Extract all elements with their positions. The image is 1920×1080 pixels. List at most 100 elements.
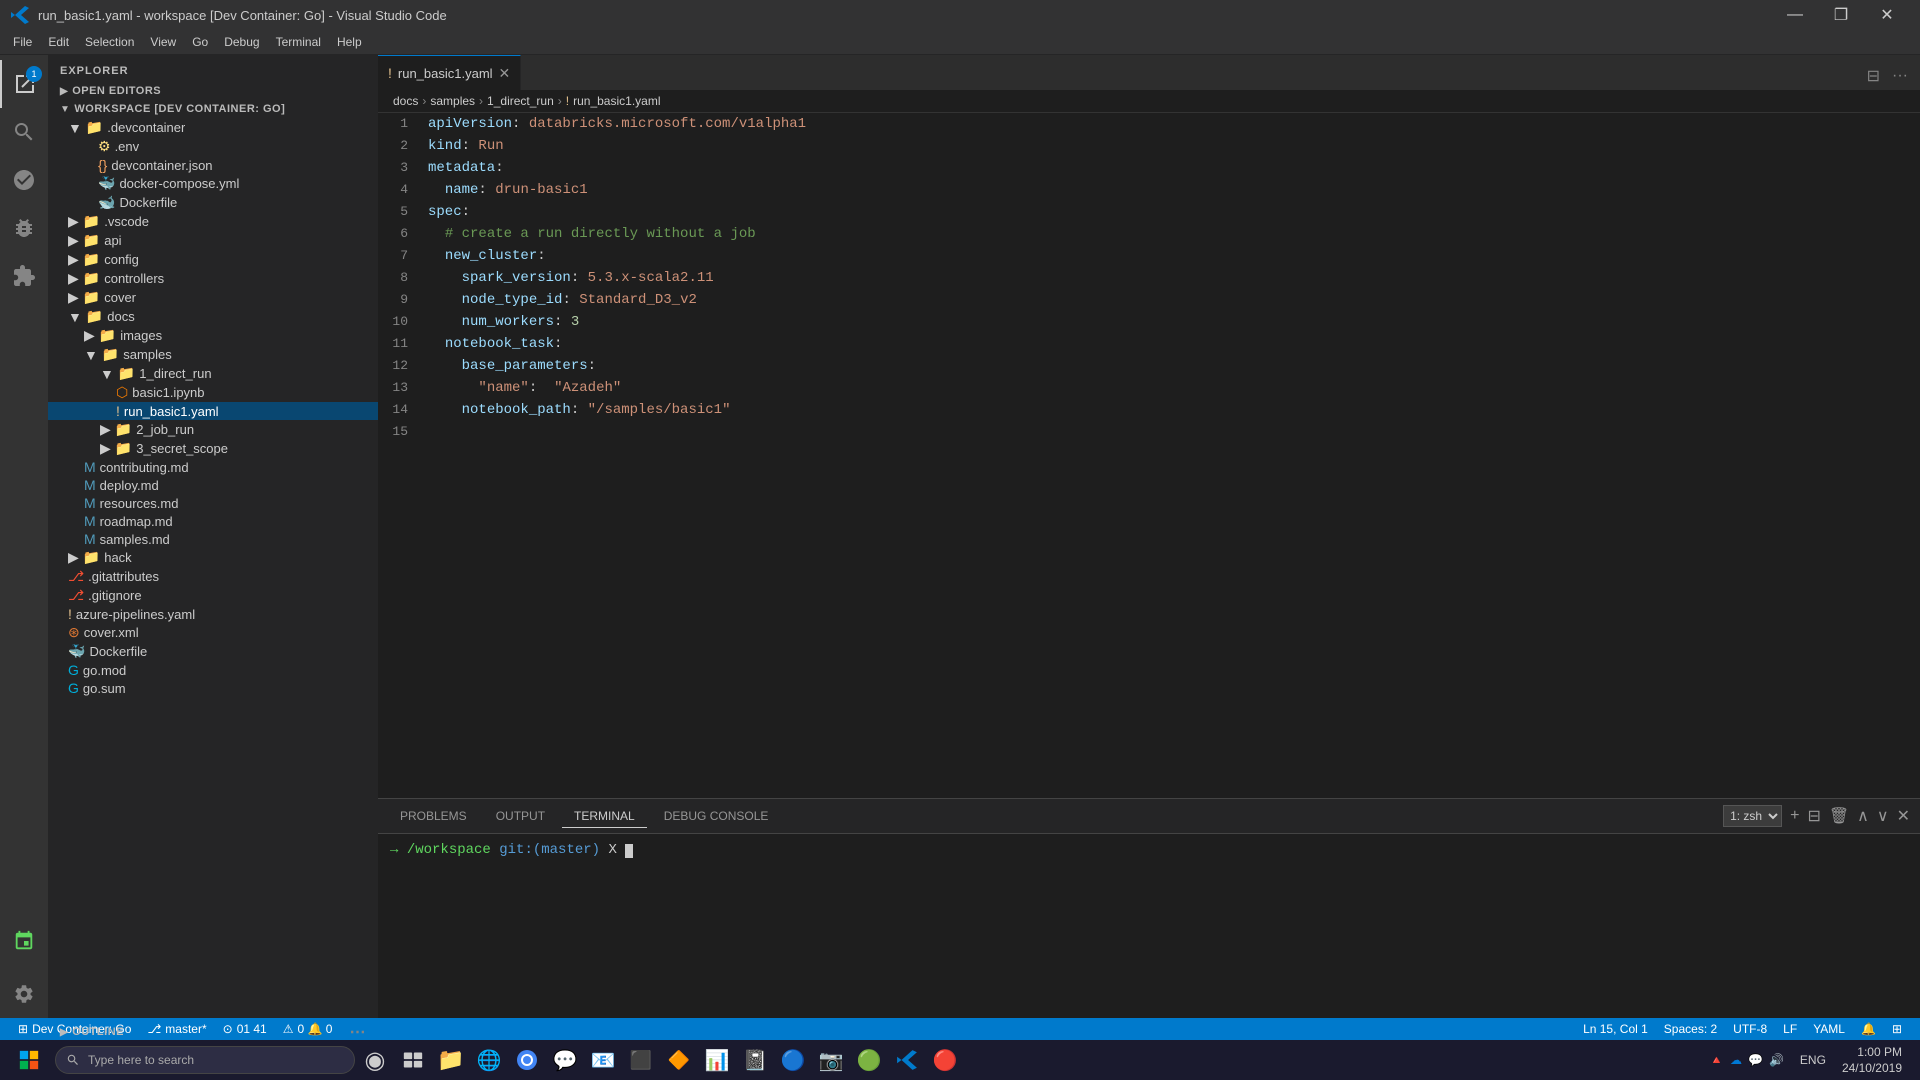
tree-item-azure-pipelines[interactable]: ! azure-pipelines.yaml: [48, 605, 378, 623]
more-actions-button[interactable]: ···: [1888, 63, 1912, 89]
taskbar-search[interactable]: Type here to search: [55, 1046, 355, 1074]
tree-item-roadmap-md[interactable]: M roadmap.md: [48, 512, 378, 530]
taskbar-app10[interactable]: 🔵: [775, 1042, 811, 1078]
tab-problems[interactable]: PROBLEMS: [388, 805, 479, 827]
taskbar-edge[interactable]: 🌐: [471, 1042, 507, 1078]
taskbar-chrome[interactable]: [509, 1042, 545, 1078]
taskbar-greenapp[interactable]: 🟢: [851, 1042, 887, 1078]
start-button[interactable]: [5, 1040, 53, 1080]
editor-tab-run-basic1[interactable]: ! run_basic1.yaml ✕: [378, 55, 521, 90]
tree-item-2-job-run[interactable]: ▶ 📁 2_job_run: [48, 420, 378, 439]
status-feedback[interactable]: ⊞: [1884, 1018, 1910, 1040]
status-encoding[interactable]: UTF-8: [1725, 1018, 1775, 1040]
taskbar-onenote[interactable]: 📓: [737, 1042, 773, 1078]
status-spaces[interactable]: Spaces: 2: [1656, 1018, 1725, 1040]
taskbar-teams[interactable]: 💬: [547, 1042, 583, 1078]
tray-icon-1[interactable]: 🔺: [1709, 1053, 1724, 1067]
taskbar-task-view[interactable]: [395, 1042, 431, 1078]
tree-item-env[interactable]: ⚙ .env: [48, 137, 378, 156]
activity-search[interactable]: [0, 108, 48, 156]
tree-item-3-secret-scope[interactable]: ▶ 📁 3_secret_scope: [48, 439, 378, 458]
activity-debug[interactable]: [0, 204, 48, 252]
taskbar-cortana[interactable]: ◉: [357, 1042, 393, 1078]
kill-terminal-button[interactable]: 🗑: [1829, 806, 1849, 826]
terminal-up-button[interactable]: ∧: [1857, 806, 1869, 826]
tree-item-devcontainer-json[interactable]: {} devcontainer.json: [48, 156, 378, 174]
minimize-button[interactable]: —: [1772, 0, 1818, 30]
status-eol[interactable]: LF: [1775, 1018, 1805, 1040]
status-language[interactable]: YAML: [1805, 1018, 1853, 1040]
tree-item-api[interactable]: ▶ 📁 api: [48, 231, 378, 250]
terminal-shell-selector[interactable]: 1: zsh: [1723, 805, 1782, 827]
tree-item-cover-xml[interactable]: ⊛ cover.xml: [48, 623, 378, 642]
tree-item-docs[interactable]: ▼ 📁 docs: [48, 307, 378, 326]
tree-item-docker-compose[interactable]: 🐳 docker-compose.yml: [48, 174, 378, 193]
tab-close-button[interactable]: ✕: [499, 65, 511, 82]
activity-extensions[interactable]: [0, 252, 48, 300]
breadcrumb-filename[interactable]: run_basic1.yaml: [573, 94, 660, 108]
menu-terminal[interactable]: Terminal: [268, 30, 329, 55]
activity-settings[interactable]: [0, 970, 48, 1018]
breadcrumb-1-direct-run[interactable]: 1_direct_run: [487, 94, 554, 108]
tray-icon-volume[interactable]: 🔊: [1769, 1053, 1784, 1067]
tree-item-resources-md[interactable]: M resources.md: [48, 494, 378, 512]
tab-output[interactable]: OUTPUT: [484, 805, 557, 827]
open-editors-section[interactable]: ▶ OPEN EDITORS: [48, 82, 378, 100]
tree-item-hack[interactable]: ▶ 📁 hack: [48, 548, 378, 567]
tree-item-images[interactable]: ▶ 📁 images: [48, 326, 378, 345]
system-clock[interactable]: 1:00 PM 24/10/2019: [1834, 1044, 1910, 1076]
taskbar-photos[interactable]: 📷: [813, 1042, 849, 1078]
status-position[interactable]: Ln 15, Col 1: [1575, 1018, 1656, 1040]
menu-edit[interactable]: Edit: [40, 30, 77, 55]
taskbar-vscode[interactable]: [889, 1042, 925, 1078]
breadcrumb-docs[interactable]: docs: [393, 94, 418, 108]
new-terminal-button[interactable]: +: [1790, 807, 1799, 825]
tab-terminal[interactable]: TERMINAL: [562, 805, 647, 828]
tray-icon-teams[interactable]: 💬: [1748, 1053, 1763, 1067]
menu-go[interactable]: Go: [184, 30, 216, 55]
tree-item-samples[interactable]: ▼ 📁 samples: [48, 345, 378, 364]
close-button[interactable]: ✕: [1864, 0, 1910, 30]
terminal-content[interactable]: → /workspace git:(master) X: [378, 834, 1920, 1018]
activity-explorer[interactable]: 1: [0, 60, 48, 108]
status-notifications[interactable]: 🔔: [1853, 1018, 1884, 1040]
taskbar-powerpoint[interactable]: 📊: [699, 1042, 735, 1078]
tree-item-devcontainer[interactable]: ▼ 📁 .devcontainer: [48, 118, 378, 137]
tree-item-go-mod[interactable]: G go.mod: [48, 661, 378, 679]
tree-item-cover[interactable]: ▶ 📁 cover: [48, 288, 378, 307]
workspace-section[interactable]: ▼ WORKSPACE [DEV CONTAINER: GO]: [48, 100, 378, 118]
terminal-down-button[interactable]: ∨: [1877, 806, 1889, 826]
tree-item-samples-md[interactable]: M samples.md: [48, 530, 378, 548]
maximize-button[interactable]: ❐: [1818, 0, 1864, 30]
tree-item-controllers[interactable]: ▶ 📁 controllers: [48, 269, 378, 288]
tray-icon-onedrive[interactable]: ☁: [1730, 1053, 1742, 1067]
taskbar-app7[interactable]: 🔶: [661, 1042, 697, 1078]
tree-item-gitattributes[interactable]: ⎇ .gitattributes: [48, 567, 378, 586]
split-editor-button[interactable]: ⊟: [1863, 62, 1884, 90]
taskbar-terminal-app[interactable]: ⬛: [623, 1042, 659, 1078]
menu-help[interactable]: Help: [329, 30, 370, 55]
tree-item-dockerfile-root[interactable]: 🐳 Dockerfile: [48, 642, 378, 661]
tab-debug-console[interactable]: DEBUG CONSOLE: [652, 805, 781, 827]
menu-view[interactable]: View: [142, 30, 184, 55]
tree-item-gitignore[interactable]: ⎇ .gitignore: [48, 586, 378, 605]
activity-source-control[interactable]: [0, 156, 48, 204]
tree-item-dockerfile-inner[interactable]: 🐋 Dockerfile: [48, 193, 378, 212]
tree-item-contributing-md[interactable]: M contributing.md: [48, 458, 378, 476]
taskbar-file-explorer[interactable]: 📁: [433, 1042, 469, 1078]
close-panel-button[interactable]: ✕: [1897, 806, 1910, 826]
tree-item-basic1-ipynb[interactable]: ⬡ basic1.ipynb: [48, 383, 378, 402]
tree-item-deploy-md[interactable]: M deploy.md: [48, 476, 378, 494]
tree-item-run-basic1-yaml[interactable]: ! run_basic1.yaml: [48, 402, 378, 420]
menu-file[interactable]: File: [5, 30, 40, 55]
breadcrumb-samples[interactable]: samples: [430, 94, 475, 108]
tree-item-config[interactable]: ▶ 📁 config: [48, 250, 378, 269]
editor-content[interactable]: 1 apiVersion: databricks.microsoft.com/v…: [378, 113, 1920, 798]
taskbar-outlook[interactable]: 📧: [585, 1042, 621, 1078]
activity-remote[interactable]: [0, 917, 48, 965]
taskbar-redapp[interactable]: 🔴: [927, 1042, 963, 1078]
tree-item-vscode[interactable]: ▶ 📁 .vscode: [48, 212, 378, 231]
menu-debug[interactable]: Debug: [216, 30, 267, 55]
split-terminal-button[interactable]: ⊟: [1807, 806, 1820, 826]
menu-selection[interactable]: Selection: [77, 30, 142, 55]
